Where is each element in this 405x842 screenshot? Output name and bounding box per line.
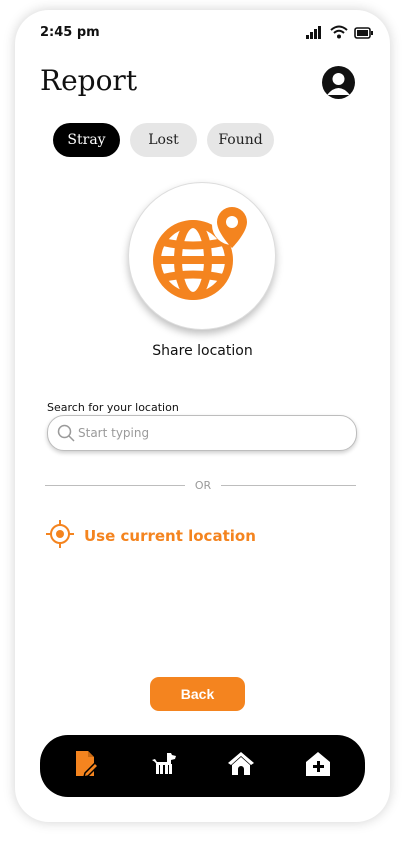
search-icon [57, 424, 75, 446]
search-input[interactable] [78, 416, 348, 450]
back-button[interactable]: Back [150, 677, 245, 711]
dog-icon [149, 749, 179, 783]
crosshair-icon [45, 519, 75, 553]
doghouse-icon [226, 749, 256, 783]
divider-right [221, 485, 356, 486]
house-plus-icon [303, 749, 333, 783]
status-time: 2:45 pm [40, 25, 100, 40]
search-field [47, 415, 357, 451]
user-avatar-icon[interactable] [322, 66, 355, 99]
bottom-nav [40, 735, 365, 797]
wifi-icon [330, 24, 348, 43]
share-location-button[interactable] [128, 182, 276, 330]
battery-icon [354, 24, 374, 43]
or-divider-text: OR [194, 479, 212, 492]
report-type-tabs: Stray Lost Found [53, 123, 274, 157]
phone-frame: 2:45 pm Report Stray Lost Found Share lo… [15, 10, 390, 822]
globe-location-pin-icon [129, 205, 275, 333]
page-title: Report [40, 64, 138, 97]
nav-report[interactable] [70, 750, 102, 782]
share-location-label: Share location [152, 343, 253, 359]
nav-shelters[interactable] [225, 750, 257, 782]
signal-icon [306, 24, 324, 43]
status-icons [306, 24, 374, 43]
search-label: Search for your location [47, 401, 179, 414]
tab-found[interactable]: Found [207, 123, 274, 157]
nav-pets[interactable] [148, 750, 180, 782]
use-current-location-button[interactable]: Use current location [45, 519, 256, 553]
report-edit-icon [71, 749, 101, 783]
tab-stray[interactable]: Stray [53, 123, 120, 157]
nav-add-shelter[interactable] [302, 750, 334, 782]
use-current-location-label: Use current location [84, 527, 256, 545]
tab-lost[interactable]: Lost [130, 123, 197, 157]
divider-left [45, 485, 185, 486]
